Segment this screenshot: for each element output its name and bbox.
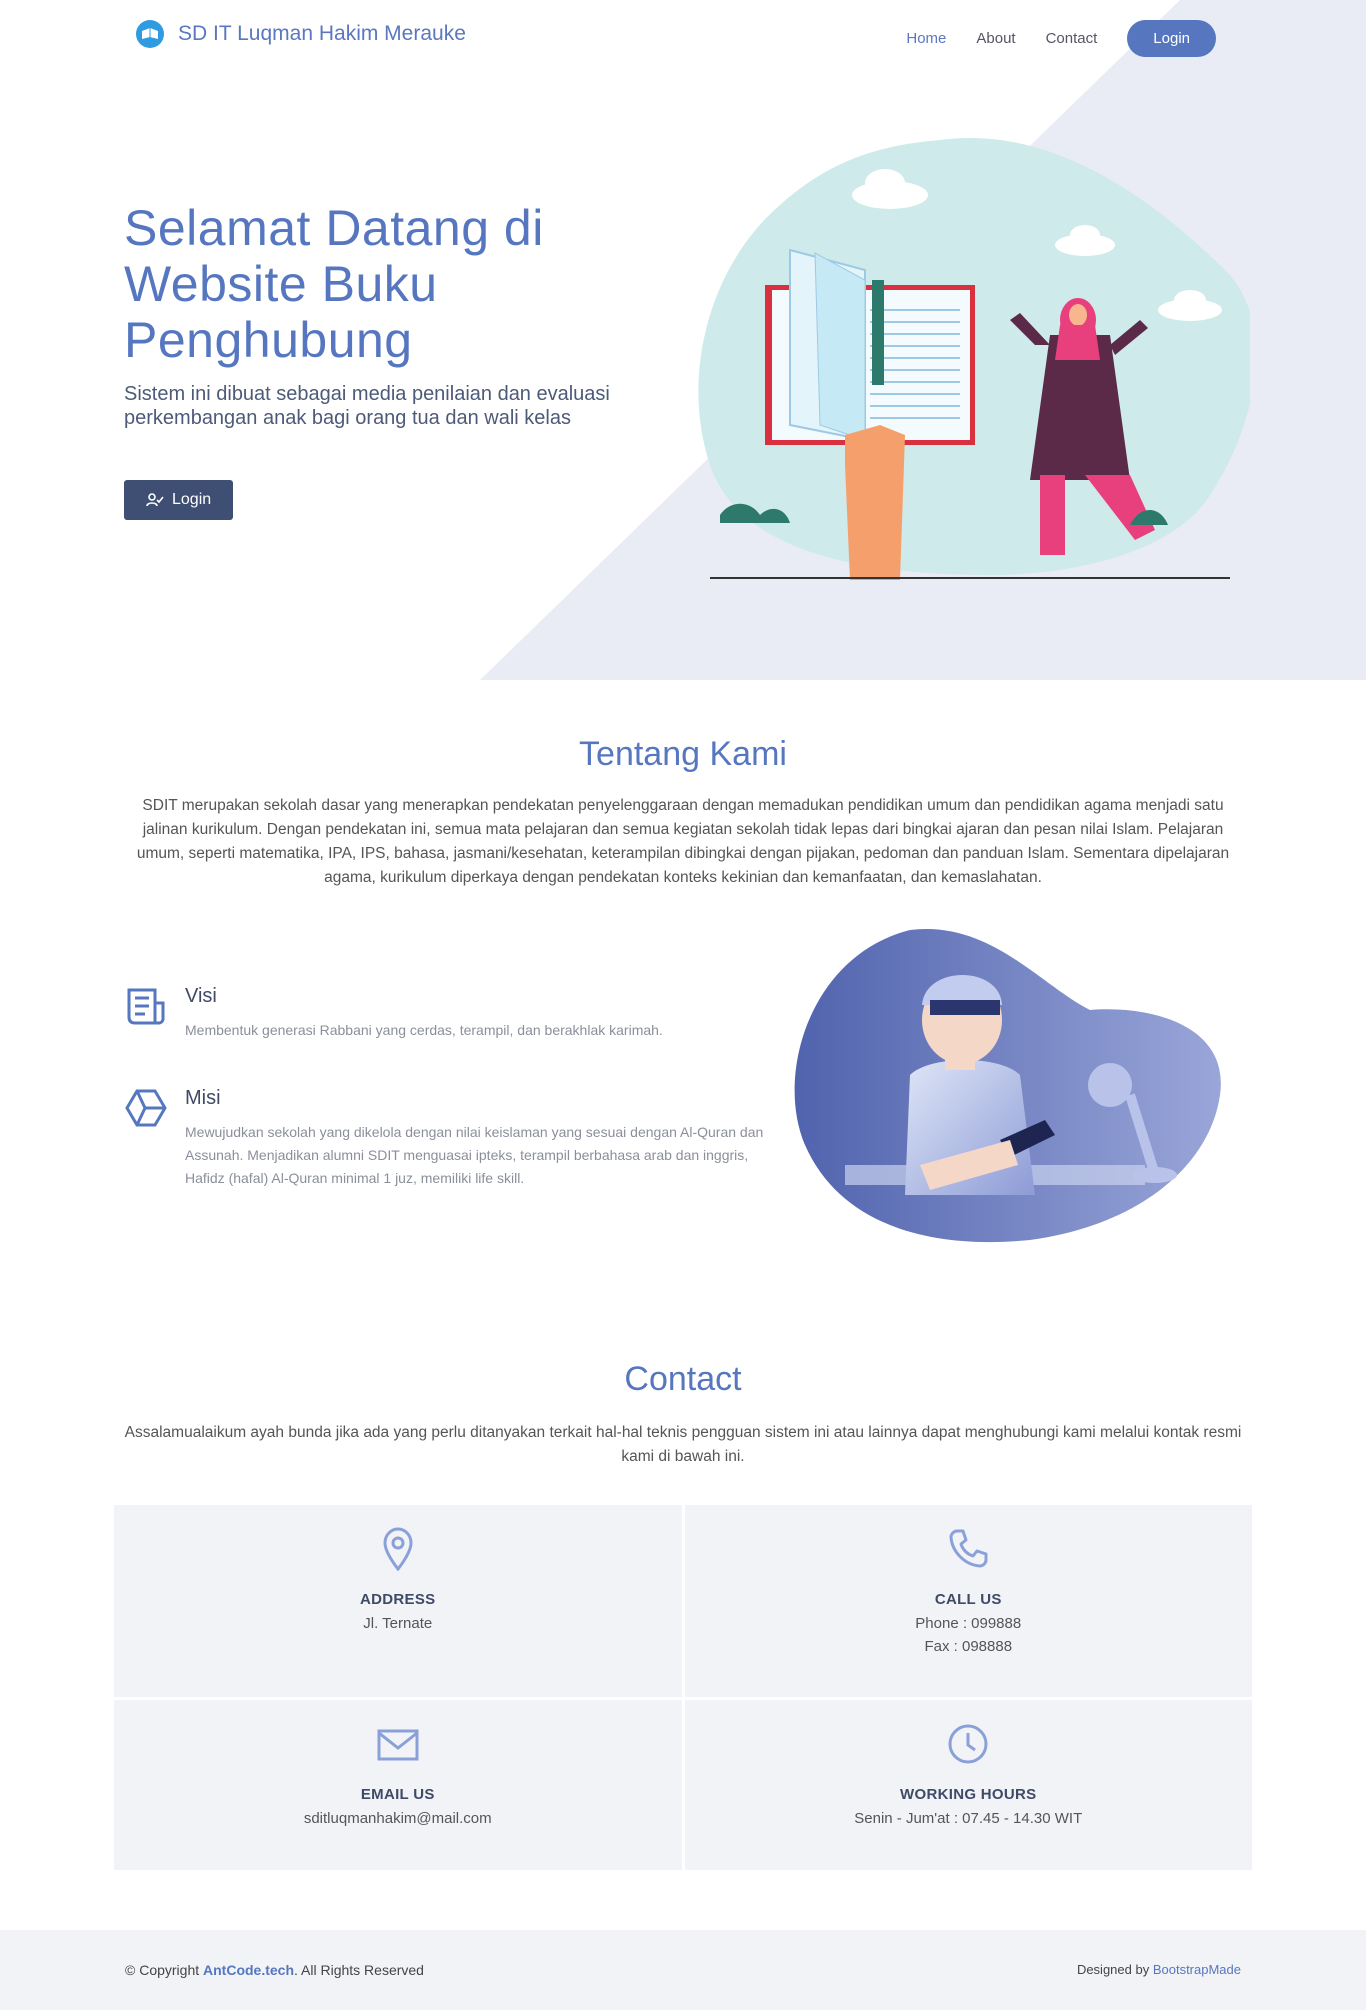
nav-home[interactable]: Home xyxy=(906,30,946,47)
map-pin-icon xyxy=(383,1527,413,1571)
hero-subtitle: Sistem ini dibuat sebagai media penilaia… xyxy=(124,383,610,429)
fax-number: Fax : 098888 xyxy=(924,1638,1013,1655)
misi-text: Mewujudkan sekolah yang dikelola dengan … xyxy=(185,1124,764,1186)
about-section: Tentang Kami SDIT merupakan sekolah dasa… xyxy=(0,735,1366,890)
contact-title: Contact xyxy=(624,1360,742,1398)
copyright-brand: AntCode.tech xyxy=(203,1962,295,1978)
address-title: ADDRESS xyxy=(360,1591,436,1608)
credits: Designed by BootstrapMade xyxy=(1077,1962,1241,1977)
brand[interactable]: SD IT Luqman Hakim Merauke xyxy=(136,20,466,48)
email-box: EMAIL US sditluqmanhakim@mail.com xyxy=(114,1700,682,1870)
hours-line: Senin - Jum'at : 07.45 - 14.30 WIT xyxy=(854,1810,1083,1827)
site-footer: © Copyright AntCode.tech. All Rights Res… xyxy=(0,1930,1366,2010)
contact-description: Assalamualaikum ayah bunda jika ada yang… xyxy=(124,1424,1242,1465)
cube-icon xyxy=(125,1089,167,1127)
copyright-suffix: . All Rights Reserved xyxy=(294,1962,424,1978)
hero-title: Selamat Datang di Website Buku Penghubun… xyxy=(124,200,544,368)
address-box: ADDRESS Jl. Ternate xyxy=(114,1505,682,1697)
call-box: CALL US Phone : 099888 Fax : 098888 xyxy=(684,1505,1252,1697)
nav-contact[interactable]: Contact xyxy=(1046,30,1098,47)
nav-login-button[interactable]: Login xyxy=(1127,20,1216,57)
user-check-icon xyxy=(146,493,164,507)
misi-title: Misi xyxy=(185,1087,221,1109)
copyright: © Copyright AntCode.tech. All Rights Res… xyxy=(125,1962,424,1978)
visi-title: Visi xyxy=(185,985,217,1007)
nav-about[interactable]: About xyxy=(976,30,1015,47)
hero-login-label: Login xyxy=(172,491,212,508)
credits-prefix: Designed by xyxy=(1076,1962,1153,1977)
address-line: Jl. Ternate xyxy=(363,1615,433,1632)
about-title: Tentang Kami xyxy=(579,735,787,773)
school-logo-icon xyxy=(136,20,164,48)
about-reading-illustration xyxy=(794,928,1221,1243)
hours-title: WORKING HOURS xyxy=(900,1786,1037,1803)
site-header: SD IT Luqman Hakim Merauke Home About Co… xyxy=(0,0,1366,78)
clock-icon xyxy=(948,1724,988,1764)
envelope-icon xyxy=(377,1729,419,1761)
brand-title: SD IT Luqman Hakim Merauke xyxy=(178,22,466,45)
hero-section: SD IT Luqman Hakim Merauke Home About Co… xyxy=(0,0,1366,680)
phone-number: Phone : 099888 xyxy=(915,1615,1022,1632)
newspaper-icon xyxy=(127,988,165,1025)
hours-box: WORKING HOURS Senin - Jum'at : 07.45 - 1… xyxy=(684,1700,1252,1870)
hero-reading-illustration xyxy=(698,138,1250,580)
email-title: EMAIL US xyxy=(360,1786,435,1803)
copyright-prefix: © Copyright xyxy=(125,1962,204,1978)
hero-text: Selamat Datang di Website Buku Penghubun… xyxy=(124,200,684,520)
main-nav: Home About Contact Login xyxy=(876,20,1216,57)
call-title: CALL US xyxy=(934,1591,1002,1608)
bootstrapmade-link[interactable]: BootstrapMade xyxy=(1153,1962,1241,1977)
contact-info-grid: ADDRESS Jl. Ternate CALL US Phone : 0998… xyxy=(114,1505,1252,1870)
about-description: SDIT merupakan sekolah dasar yang menera… xyxy=(136,797,1230,886)
email-address[interactable]: sditluqmanhakim@mail.com xyxy=(114,1811,682,1826)
hero-login-button[interactable]: Login xyxy=(124,480,234,520)
contact-section: Contact Assalamualaikum ayah bunda jika … xyxy=(0,1360,1366,1870)
phone-icon xyxy=(949,1529,988,1568)
visi-text: Membentuk generasi Rabbani yang cerdas, … xyxy=(185,1022,663,1038)
